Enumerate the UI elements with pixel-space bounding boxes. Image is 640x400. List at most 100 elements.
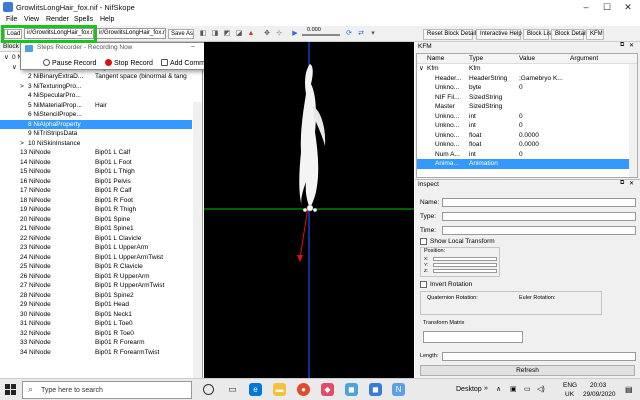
close-button[interactable]: ✕ [618, 0, 638, 15]
position-z-field[interactable] [433, 269, 497, 273]
clock-date[interactable]: 29/09/2020 [583, 391, 616, 398]
kfm-row[interactable]: Num A... int 0 [417, 150, 637, 160]
block-list-tab[interactable]: Block List [523, 29, 553, 40]
refresh-button[interactable]: Refresh [420, 365, 635, 376]
menu-spells[interactable]: Spells [74, 16, 93, 23]
reset-block-details-button[interactable]: Reset Block Details [423, 29, 479, 40]
notifications-icon[interactable]: ▤ [625, 385, 633, 394]
block-list-row[interactable]: 27 NiNode Bip01 R UpperArmTwist [0, 281, 192, 291]
kfm-row[interactable]: Master SizedString [417, 102, 637, 112]
save-as-button[interactable]: Save As [168, 29, 194, 39]
view-front-icon[interactable]: ◧ [198, 29, 208, 39]
desktop-label[interactable]: Desktop [456, 386, 482, 393]
collapse-arrow-icon[interactable]: ∨ [12, 63, 17, 72]
block-list-row[interactable]: >10 NiSkinInstance [0, 139, 192, 149]
block-list-row[interactable]: 19 NiNode Bip01 R Thigh [0, 205, 192, 215]
task-view-icon[interactable]: ▭ [226, 383, 239, 396]
menu-render[interactable]: Render [46, 16, 69, 23]
chrome-icon[interactable]: ● [297, 383, 310, 396]
kfm-row[interactable]: Unkno... byte 0 [417, 83, 637, 93]
kfm-row[interactable]: NIF Fil... SizedString [417, 93, 637, 103]
kfm-tab[interactable]: KFM [586, 29, 604, 40]
kfm-scrollbar[interactable] [629, 64, 637, 177]
desktop-chevron-icon[interactable]: » [484, 385, 488, 392]
taskbar-search-box[interactable]: ⌕ Type here to search [22, 381, 192, 399]
block-list-row[interactable]: 20 NiNode Bip01 Spine [0, 215, 192, 225]
animation-combo-icon[interactable]: ▾ [368, 29, 378, 39]
block-list-row[interactable]: 9 NiTriStripsData [0, 129, 192, 139]
block-list-row[interactable]: >3 NiTexturingPro... [0, 82, 192, 92]
menu-file[interactable]: File [6, 16, 17, 23]
kfm-row[interactable]: Unkno... float 0.0000 [417, 131, 637, 141]
tray-app-icon[interactable]: ▣ [510, 385, 517, 393]
app-icon-3[interactable]: ◼ [369, 383, 382, 396]
time-slider[interactable] [302, 34, 340, 36]
inspect-float-icon[interactable]: ⧉ [620, 180, 624, 187]
kfm-close-icon[interactable]: ✕ [629, 42, 634, 49]
block-list-row[interactable]: 16 NiNode Bip01 Pelvis [0, 177, 192, 187]
kfm-row[interactable]: Header... HeaderString ;Gamebryo K... [417, 74, 637, 84]
block-list-row[interactable]: 4 NiSpecularPro... [0, 91, 192, 101]
kfm-col-name[interactable]: Name [427, 54, 444, 63]
block-list-row[interactable]: 31 NiNode Bip01 L Toe0 [0, 319, 192, 329]
block-list-scrollbar[interactable] [193, 102, 202, 378]
app-icon-1[interactable]: ◆ [321, 383, 334, 396]
expand-arrow-icon[interactable]: > [20, 139, 24, 148]
stop-record-button[interactable]: Stop Record [105, 59, 153, 67]
save-path-combo[interactable]: ir/GrowlitsLongHair_fox.nif [96, 28, 166, 39]
pause-record-button[interactable]: Pause Record [43, 59, 96, 67]
position-x-field[interactable] [433, 257, 497, 261]
loop-icon[interactable]: ⟳ [344, 29, 354, 39]
inspect-close-icon[interactable]: ✕ [629, 180, 634, 187]
kfm-row[interactable]: ∨ Kfm Kfm [417, 64, 637, 74]
steps-minimize-button[interactable]: – [191, 43, 195, 50]
switch-icon[interactable]: ⇄ [356, 29, 366, 39]
nifskope-taskbar-icon[interactable]: N [392, 383, 405, 396]
axes-icon[interactable]: ⊹ [274, 29, 284, 39]
tray-expand-icon[interactable]: ∧ [496, 385, 501, 393]
block-list-row[interactable]: 18 NiNode Bip01 R Foot [0, 196, 192, 206]
block-list-row[interactable]: 34 NiNode Bip01 R ForearmTwist [0, 348, 192, 358]
volume-icon[interactable]: ◁) [537, 385, 545, 393]
kfm-float-icon[interactable]: ⧉ [620, 42, 624, 49]
render-viewport[interactable] [204, 42, 414, 378]
block-list-row[interactable]: 6 NiStencilPrope... [0, 110, 192, 120]
kfm-row[interactable]: Unkno... int 0 [417, 112, 637, 122]
flip-icon[interactable]: ▲ [246, 29, 256, 39]
block-list-row[interactable]: 25 NiNode Bip01 R Clavicle [0, 262, 192, 272]
view-user-icon[interactable]: ◪ [234, 29, 244, 39]
start-button[interactable] [5, 384, 17, 396]
collapse-arrow-icon[interactable]: ∨ [4, 53, 9, 62]
transform-matrix-field[interactable] [423, 331, 523, 343]
block-list-row[interactable]: 26 NiNode Bip01 R UpperArm [0, 272, 192, 282]
collapse-arrow-icon[interactable]: ∨ [419, 64, 424, 73]
kfm-row[interactable]: Anima... Animation [417, 159, 637, 169]
block-list-row[interactable]: 28 NiNode Bip01 Spine2 [0, 291, 192, 301]
time-field[interactable] [442, 226, 636, 235]
block-list-row[interactable]: 14 NiNode Bip01 L Foot [0, 158, 192, 168]
file-explorer-icon[interactable]: ▬ [273, 383, 286, 396]
show-local-transform-checkbox[interactable] [420, 238, 427, 245]
menu-view[interactable]: View [24, 16, 39, 23]
position-y-field[interactable] [433, 263, 497, 267]
view-side-icon[interactable]: ◩ [222, 29, 232, 39]
block-list-row[interactable]: 32 NiNode Bip01 R Toe0 [0, 329, 192, 339]
name-field[interactable] [442, 198, 636, 207]
block-list-row[interactable]: 13 NiNode Bip01 L Calf [0, 148, 192, 158]
block-list-row[interactable]: 8 NiAlphaProperty [0, 119, 192, 129]
type-field[interactable] [442, 212, 636, 221]
block-list-row[interactable]: 5 NiMaterialProp... Hair [0, 101, 192, 111]
menu-help[interactable]: Help [100, 16, 114, 23]
maximize-button[interactable]: ☐ [597, 0, 617, 15]
view-top-icon[interactable]: ◨ [210, 29, 220, 39]
block-list-row[interactable]: 17 NiNode Bip01 R Calf [0, 186, 192, 196]
block-details-tab[interactable]: Block Details [551, 29, 590, 40]
block-list-row[interactable]: 22 NiNode Bip01 L Clavicle [0, 234, 192, 244]
block-list-row[interactable]: 15 NiNode Bip01 L Thigh [0, 167, 192, 177]
interactive-help-tab[interactable]: Interactive Help [476, 29, 522, 40]
language-indicator[interactable]: ENG [563, 382, 577, 389]
block-list-row[interactable]: 30 NiNode Bip01 Neck1 [0, 310, 192, 320]
expand-arrow-icon[interactable]: > [20, 82, 24, 91]
kfm-col-type[interactable]: Type [469, 54, 483, 63]
block-list-row[interactable]: 33 NiNode Bip01 R Forearm [0, 338, 192, 348]
